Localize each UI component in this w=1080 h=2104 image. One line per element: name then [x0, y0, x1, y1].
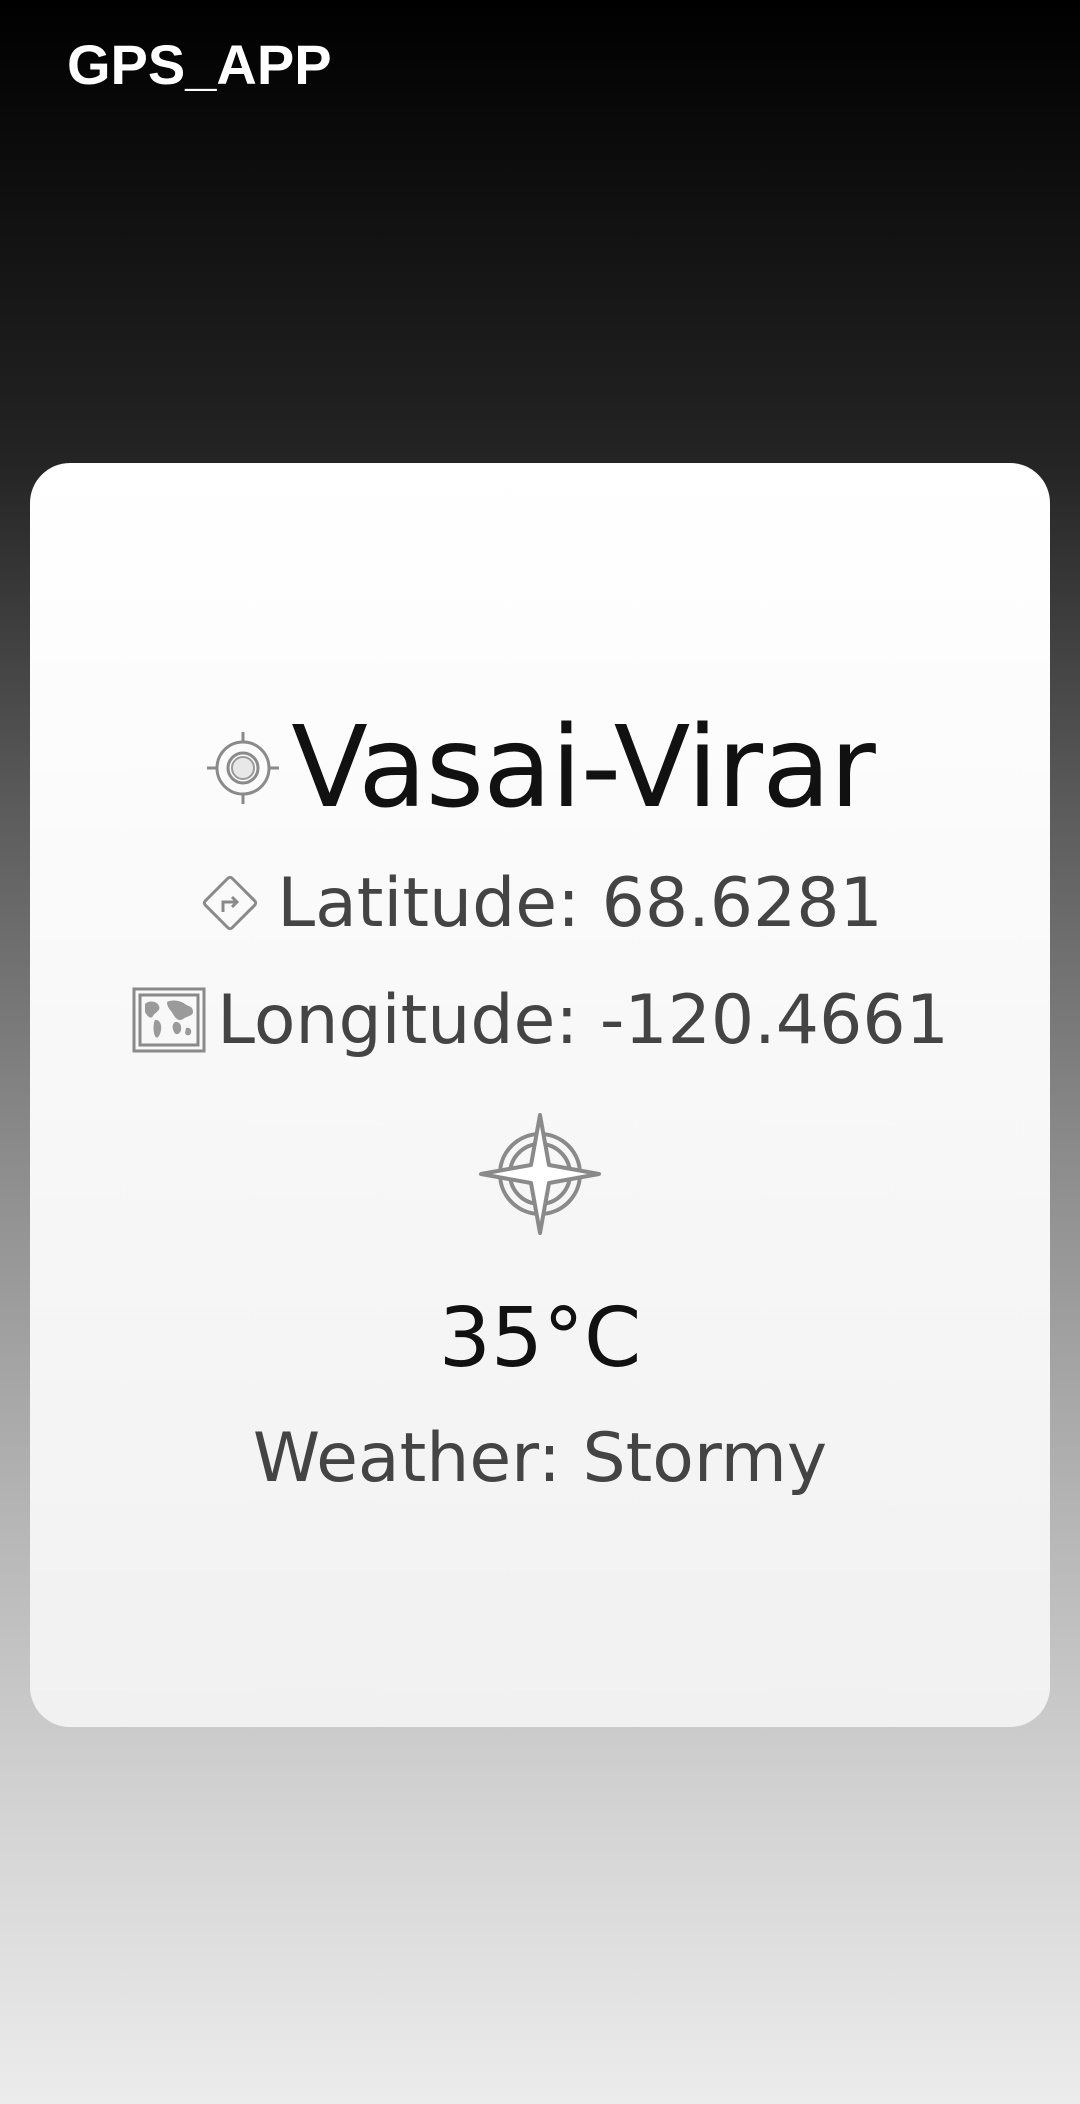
- weather-row: Weather: Stormy: [30, 1413, 1050, 1503]
- temperature-row: 35°C: [30, 1283, 1050, 1393]
- city-row: Vasai-Virar: [30, 703, 1050, 833]
- location-card: Vasai-Virar Latitude: 68.6281 Longitude:…: [30, 463, 1050, 1727]
- latitude-row: Latitude: 68.6281: [30, 858, 1050, 948]
- world-map-icon: [131, 986, 207, 1054]
- weather-condition-text: Weather: Stormy: [252, 1418, 828, 1498]
- compass-row: [30, 1111, 1050, 1237]
- gps-target-icon: [205, 730, 281, 806]
- city-name: Vasai-Virar: [291, 703, 876, 833]
- longitude-row: Longitude: -120.4661: [30, 975, 1050, 1065]
- compass-star-icon: [477, 1111, 603, 1237]
- latitude-text: Latitude: 68.6281: [277, 863, 883, 943]
- direction-sign-icon: [197, 870, 263, 936]
- app-title: GPS_APP: [67, 33, 332, 96]
- longitude-text: Longitude: -120.4661: [217, 980, 949, 1060]
- temperature-text: 35°C: [438, 1290, 642, 1386]
